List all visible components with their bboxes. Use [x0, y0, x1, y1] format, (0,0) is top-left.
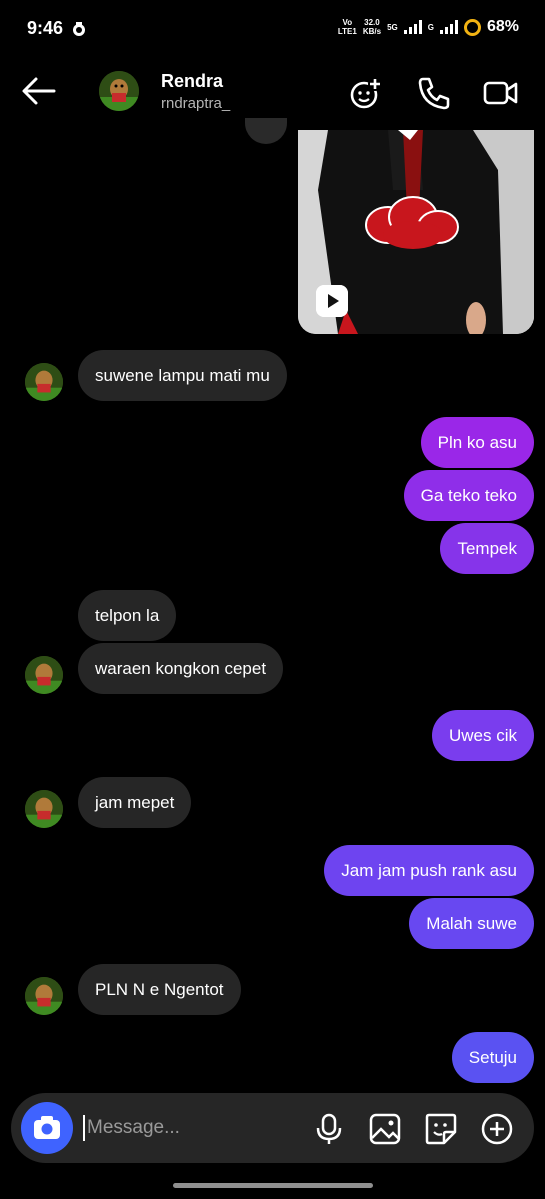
- contact-username[interactable]: rndraptra_: [161, 95, 230, 112]
- message-incoming[interactable]: jam mepet: [78, 777, 192, 828]
- gallery-icon[interactable]: [368, 1112, 402, 1146]
- sender-avatar[interactable]: [25, 790, 63, 828]
- home-indicator[interactable]: [173, 1183, 373, 1188]
- message-outgoing[interactable]: Tempek: [440, 523, 534, 574]
- message-outgoing[interactable]: Ga teko teko: [403, 470, 534, 521]
- signal-icon: [403, 20, 422, 34]
- message-incoming[interactable]: suwene lampu mati mu: [78, 350, 287, 401]
- video-call-icon[interactable]: [482, 75, 518, 111]
- signal-g-label: G: [427, 22, 434, 32]
- reaction-chip[interactable]: [245, 118, 287, 144]
- signal-5g-label: 5G: [387, 22, 398, 32]
- message-outgoing[interactable]: Uwes cik: [431, 710, 534, 761]
- microphone-icon[interactable]: [312, 1112, 346, 1146]
- message-outgoing[interactable]: Jam jam push rank asu: [324, 845, 534, 896]
- volte-indicator: Vo LTE1: [337, 18, 357, 36]
- signal-2-icon: [439, 20, 458, 34]
- sender-avatar[interactable]: [25, 656, 63, 694]
- add-effects-icon[interactable]: [349, 75, 385, 111]
- message-composer: [11, 1093, 534, 1163]
- message-incoming[interactable]: waraen kongkon cepet: [78, 643, 284, 694]
- camera-button[interactable]: [21, 1102, 73, 1154]
- message-incoming[interactable]: telpon la: [78, 590, 177, 641]
- sender-avatar[interactable]: [25, 977, 63, 1015]
- camera-icon: [34, 1116, 60, 1139]
- battery-icon: [463, 18, 481, 36]
- network-speed: 32.0 KB/s: [362, 18, 382, 36]
- battery-level: 68%: [486, 18, 519, 35]
- notification-icon: [73, 22, 85, 36]
- phone-icon[interactable]: [416, 75, 452, 111]
- status-time: 9:46: [27, 18, 64, 38]
- contact-avatar[interactable]: [99, 71, 139, 111]
- sender-avatar[interactable]: [25, 363, 63, 401]
- message-outgoing[interactable]: Malah suwe: [409, 898, 534, 949]
- add-icon[interactable]: [480, 1112, 514, 1146]
- status-indicators: Vo LTE1 32.0 KB/s 5G G 68%: [338, 18, 519, 36]
- contact-name[interactable]: Rendra: [161, 71, 223, 92]
- message-incoming[interactable]: PLN N e Ngentot: [78, 964, 241, 1015]
- play-icon[interactable]: [316, 285, 348, 317]
- message-input[interactable]: [83, 1115, 293, 1141]
- message-outgoing[interactable]: Pln ko asu: [420, 417, 534, 468]
- back-arrow-icon[interactable]: [20, 76, 58, 106]
- sticker-icon[interactable]: [424, 1112, 458, 1146]
- message-outgoing[interactable]: Setuju: [451, 1032, 534, 1083]
- status-bar: 9:46 Vo LTE1 32.0 KB/s 5G G 68%: [0, 0, 545, 58]
